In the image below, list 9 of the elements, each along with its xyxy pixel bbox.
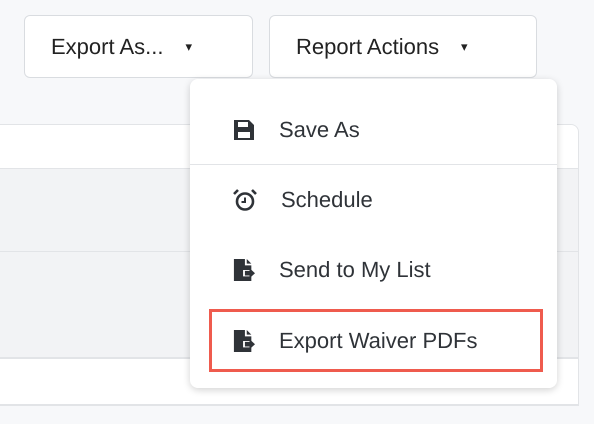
dropdown-button[interactable]: Report Actions ▾ bbox=[269, 15, 537, 78]
file-export-icon bbox=[233, 258, 255, 282]
alarm-clock-icon bbox=[233, 188, 257, 212]
save-icon bbox=[233, 118, 255, 140]
menu-item[interactable]: Send to My List bbox=[190, 235, 557, 305]
dropdown-button[interactable]: Export As... ▾ bbox=[24, 15, 253, 78]
menu-item[interactable]: Schedule bbox=[190, 165, 557, 235]
menu-item[interactable]: Export Waiver PDFs bbox=[209, 309, 543, 372]
file-export-icon bbox=[233, 328, 255, 352]
